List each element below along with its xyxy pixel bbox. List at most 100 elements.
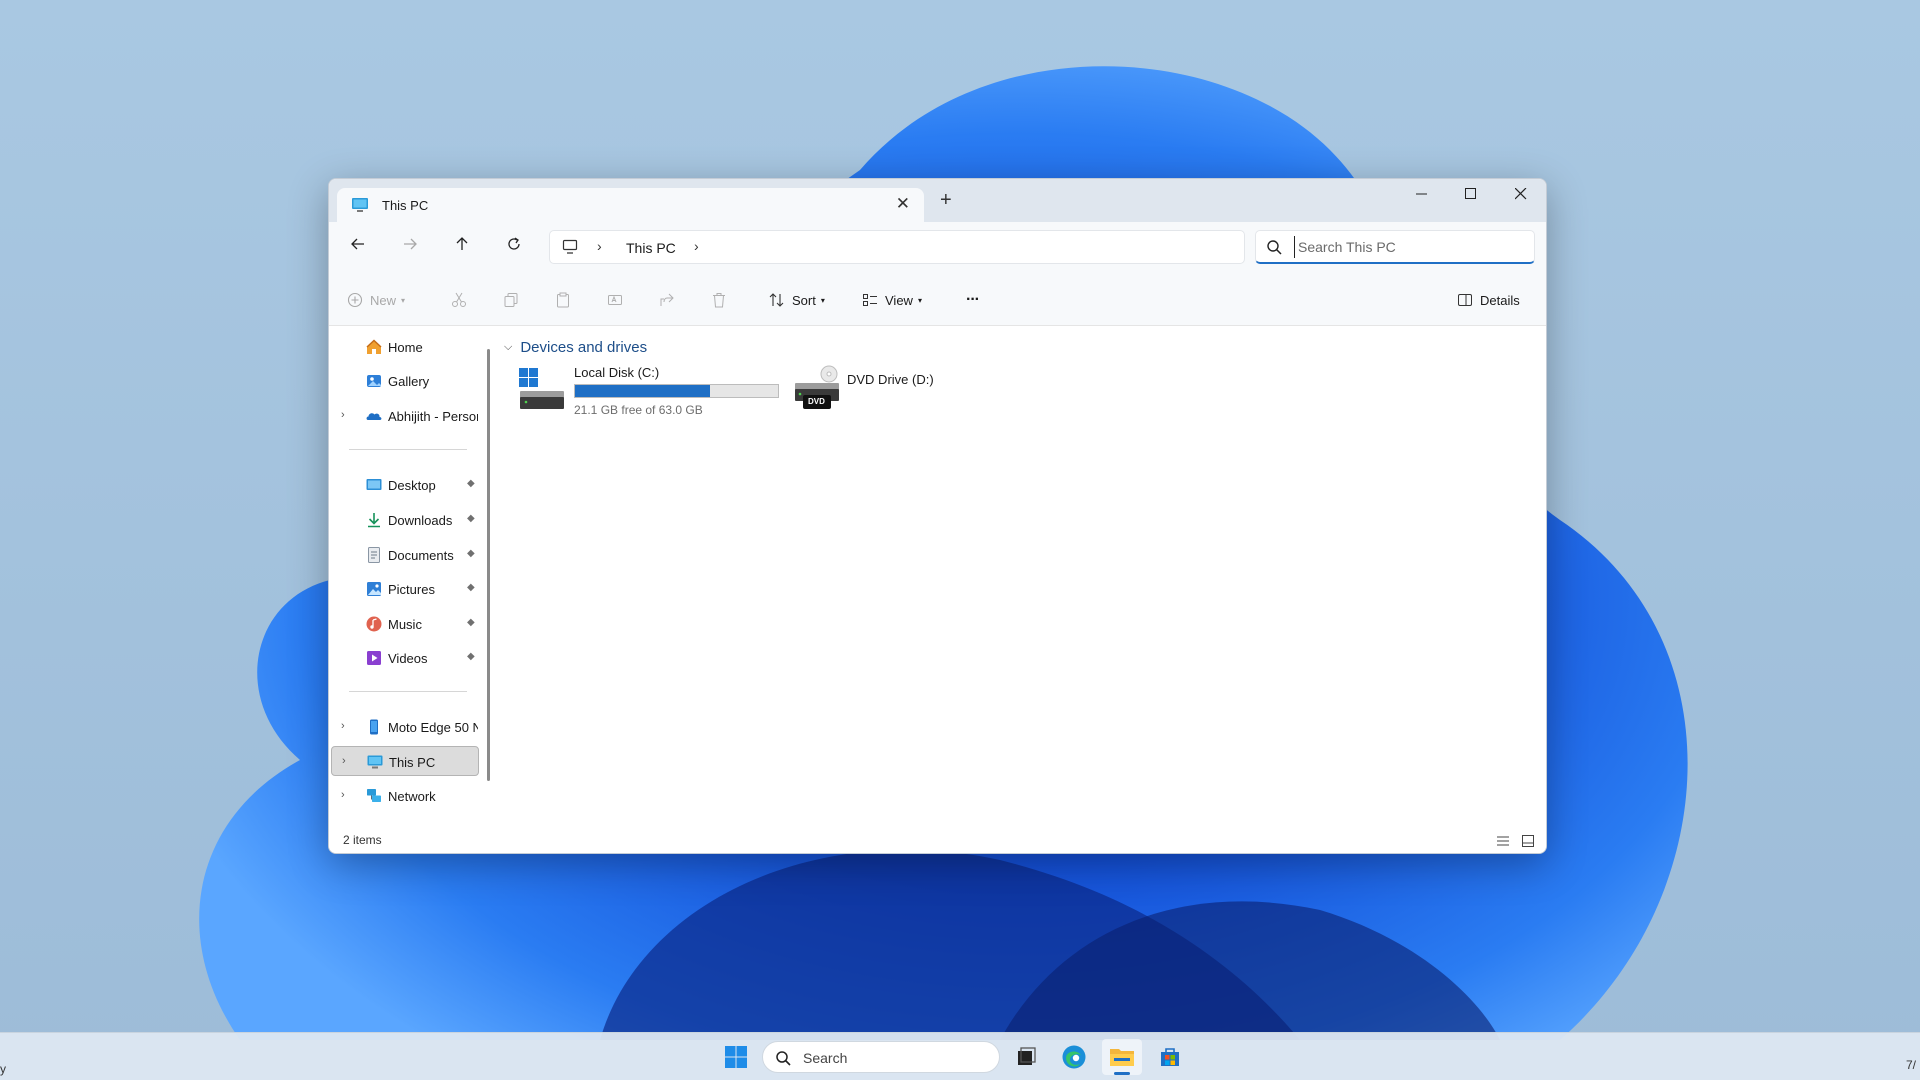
search-box[interactable] bbox=[1255, 230, 1535, 264]
cut-button[interactable] bbox=[451, 289, 467, 311]
phone-icon bbox=[370, 719, 378, 735]
arrow-right-icon bbox=[404, 238, 417, 250]
group-header-devices-and-drives[interactable]: ⌵ Devices and drives bbox=[504, 339, 647, 356]
chevron-right-icon[interactable]: › bbox=[341, 789, 345, 801]
refresh-icon bbox=[508, 237, 520, 250]
dvd-badge: DVD bbox=[808, 397, 825, 406]
close-button[interactable] bbox=[1497, 179, 1545, 211]
pin-icon[interactable]: ◆ bbox=[467, 617, 475, 628]
desktop-folder-icon bbox=[366, 479, 382, 490]
edge-browser-icon bbox=[1062, 1045, 1086, 1069]
maximize-button[interactable] bbox=[1447, 179, 1495, 211]
sidebar-item-home[interactable]: Home bbox=[331, 332, 479, 362]
folder-icon bbox=[1110, 1049, 1134, 1066]
file-explorer-window: This PC ✕ + › This PC › Search This PC N… bbox=[328, 178, 1547, 854]
sidebar-item-desktop[interactable]: Desktop ◆ bbox=[331, 470, 479, 500]
tray-clock[interactable]: 7/ bbox=[1906, 1058, 1916, 1072]
trash-icon bbox=[713, 293, 725, 308]
store-icon bbox=[1161, 1048, 1179, 1066]
copy-button[interactable] bbox=[503, 289, 519, 311]
gallery-icon bbox=[367, 375, 381, 387]
details-pane-button[interactable]: Details bbox=[1457, 289, 1520, 311]
details-view-icon[interactable] bbox=[1496, 835, 1510, 847]
sidebar-item-music[interactable]: Music ◆ bbox=[331, 609, 479, 639]
new-button-label: New bbox=[370, 292, 397, 308]
share-button[interactable] bbox=[659, 289, 675, 311]
pin-icon[interactable]: ◆ bbox=[467, 513, 475, 524]
rename-button[interactable] bbox=[607, 289, 623, 311]
delete-button[interactable] bbox=[711, 289, 727, 311]
breadcrumb-this-pc[interactable]: This PC bbox=[626, 240, 676, 256]
status-bar: 2 items bbox=[329, 827, 1546, 853]
breadcrumb-chevron[interactable]: › bbox=[694, 238, 699, 254]
up-button[interactable] bbox=[448, 236, 476, 260]
minimize-icon bbox=[1416, 193, 1427, 195]
sidebar-item-phone[interactable]: › Moto Edge 50 Neo bbox=[331, 712, 479, 742]
refresh-button[interactable] bbox=[500, 236, 528, 260]
cut-icon bbox=[452, 292, 466, 307]
new-tab-button[interactable]: + bbox=[940, 189, 952, 212]
sidebar-item-network[interactable]: › Network bbox=[331, 781, 479, 811]
minimize-button[interactable] bbox=[1398, 179, 1446, 211]
sidebar-item-downloads[interactable]: Downloads ◆ bbox=[331, 505, 479, 535]
file-explorer-taskbar-button[interactable] bbox=[1102, 1039, 1142, 1075]
sidebar-item-label: Gallery bbox=[388, 374, 430, 389]
drive-local-disk-c[interactable]: Local Disk (C:) 21.1 GB free of 63.0 GB bbox=[518, 365, 788, 425]
pictures-icon bbox=[367, 582, 381, 596]
sidebar-item-label: Moto Edge 50 Neo bbox=[388, 720, 478, 735]
sort-button[interactable]: Sort ▾ bbox=[769, 289, 825, 311]
sidebar-item-pictures[interactable]: Pictures ◆ bbox=[331, 574, 479, 604]
sidebar-item-videos[interactable]: Videos ◆ bbox=[331, 643, 479, 673]
store-button[interactable] bbox=[1150, 1039, 1190, 1075]
storage-usage-bar bbox=[574, 384, 779, 398]
storage-usage-fill bbox=[575, 385, 710, 397]
edge-browser-button[interactable] bbox=[1054, 1039, 1094, 1075]
sidebar-item-label: Music bbox=[388, 617, 422, 632]
sidebar-item-label: This PC bbox=[389, 755, 436, 770]
chevron-right-icon[interactable]: › bbox=[341, 720, 345, 732]
title-bar: This PC ✕ + bbox=[329, 179, 1546, 222]
sort-icon bbox=[769, 293, 784, 307]
sidebar-item-gallery[interactable]: Gallery bbox=[331, 366, 479, 396]
documents-icon bbox=[368, 547, 380, 563]
sidebar-item-this-pc[interactable]: › This PC bbox=[331, 746, 479, 776]
pin-icon[interactable]: ◆ bbox=[467, 548, 475, 559]
task-view-button[interactable] bbox=[1006, 1039, 1046, 1075]
chevron-down-icon: ▾ bbox=[820, 295, 825, 305]
rename-icon bbox=[608, 295, 622, 305]
tab-this-pc[interactable]: This PC ✕ bbox=[337, 188, 924, 222]
close-icon bbox=[1514, 187, 1527, 200]
sidebar-scrollbar[interactable] bbox=[487, 349, 490, 781]
back-button[interactable] bbox=[344, 236, 372, 260]
paste-button[interactable] bbox=[555, 289, 571, 311]
pin-icon[interactable]: ◆ bbox=[467, 651, 475, 662]
tiles-view-icon[interactable] bbox=[1521, 834, 1535, 848]
onedrive-icon bbox=[366, 413, 382, 420]
new-button[interactable]: New ▾ bbox=[347, 289, 405, 311]
start-button[interactable] bbox=[716, 1039, 756, 1075]
forward-button[interactable] bbox=[396, 236, 424, 260]
network-icon bbox=[367, 789, 381, 802]
music-icon bbox=[366, 616, 382, 632]
sidebar-item-label: Abhijith - Personal bbox=[388, 409, 478, 424]
chevron-down-icon: ▾ bbox=[401, 295, 406, 305]
chevron-right-icon[interactable]: › bbox=[342, 755, 346, 767]
breadcrumb-chevron[interactable]: › bbox=[597, 238, 602, 254]
taskbar-search-box[interactable]: Search bbox=[762, 1041, 1000, 1073]
tab-close-icon[interactable]: ✕ bbox=[896, 194, 910, 214]
more-options-button[interactable]: ··· bbox=[966, 289, 980, 311]
search-input[interactable] bbox=[1294, 236, 1526, 258]
sidebar-item-label: Downloads bbox=[388, 513, 453, 528]
view-button[interactable]: View ▾ bbox=[862, 289, 922, 311]
drive-dvd-d[interactable]: DVD DVD Drive (D:) bbox=[793, 365, 993, 425]
chevron-right-icon[interactable]: › bbox=[341, 409, 345, 421]
pin-icon[interactable]: ◆ bbox=[467, 478, 475, 489]
sidebar-item-documents[interactable]: Documents ◆ bbox=[331, 540, 479, 570]
windows-logo-icon bbox=[725, 1046, 747, 1068]
drive-name: Local Disk (C:) bbox=[574, 365, 660, 380]
address-bar[interactable]: › This PC › bbox=[549, 230, 1245, 264]
pin-icon[interactable]: ◆ bbox=[467, 582, 475, 593]
sidebar-item-onedrive[interactable]: › Abhijith - Personal bbox=[331, 401, 479, 431]
divider bbox=[349, 449, 467, 450]
sidebar-item-label: Network bbox=[388, 789, 436, 804]
